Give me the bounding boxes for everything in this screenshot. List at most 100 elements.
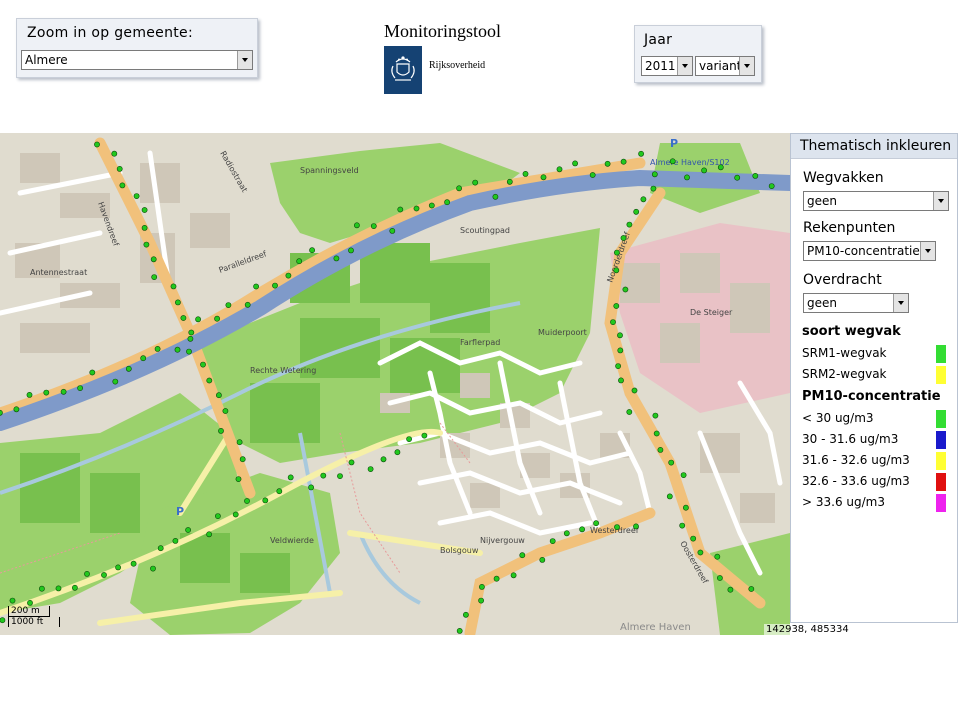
calculation-point[interactable] xyxy=(701,167,707,174)
calculation-point[interactable] xyxy=(72,584,78,591)
calculation-point[interactable] xyxy=(462,611,469,618)
calculation-point[interactable] xyxy=(633,523,639,530)
calculation-point[interactable] xyxy=(89,369,96,376)
calculation-point[interactable] xyxy=(614,524,620,530)
calculation-point[interactable] xyxy=(195,316,201,323)
calculation-point[interactable] xyxy=(370,223,377,229)
calculation-point[interactable] xyxy=(200,361,206,368)
municipality-select[interactable]: Almere xyxy=(21,50,253,70)
calculation-point[interactable] xyxy=(186,348,192,355)
calculation-point[interactable] xyxy=(690,535,697,542)
calculation-point[interactable] xyxy=(615,363,621,369)
calculation-point[interactable] xyxy=(666,493,673,500)
calculation-point[interactable] xyxy=(232,511,239,518)
calculation-point[interactable] xyxy=(180,315,187,321)
calculation-point[interactable] xyxy=(348,459,355,466)
chevron-down-icon[interactable] xyxy=(677,57,692,75)
calculation-point[interactable] xyxy=(679,522,686,529)
calculation-point[interactable] xyxy=(222,408,229,414)
calculation-point[interactable] xyxy=(519,552,526,559)
calculation-point[interactable] xyxy=(225,302,232,308)
calculation-point[interactable] xyxy=(101,572,107,578)
calculation-point[interactable] xyxy=(394,449,401,456)
calculation-point[interactable] xyxy=(617,332,623,339)
calculation-point[interactable] xyxy=(617,347,624,354)
calculation-point[interactable] xyxy=(697,549,704,556)
chevron-down-icon[interactable] xyxy=(739,57,754,75)
calculation-point[interactable] xyxy=(493,575,500,582)
calculation-point[interactable] xyxy=(668,459,675,466)
calculation-point[interactable] xyxy=(0,617,6,624)
calculation-point[interactable] xyxy=(125,365,132,372)
calculation-point[interactable] xyxy=(421,432,428,439)
calculation-point[interactable] xyxy=(397,206,404,213)
chevron-down-icon[interactable] xyxy=(933,192,948,210)
calculation-point[interactable] xyxy=(626,221,633,228)
calculation-point[interactable] xyxy=(272,282,278,289)
calculation-point[interactable] xyxy=(150,565,156,572)
calculation-point[interactable] xyxy=(593,520,599,527)
calculation-point[interactable] xyxy=(618,377,624,384)
map-view[interactable]: Spanningsveld Havendreef Paralleldreef S… xyxy=(0,133,790,635)
calculation-point[interactable] xyxy=(589,172,596,178)
chevron-down-icon[interactable] xyxy=(920,242,935,260)
calculation-point[interactable] xyxy=(13,406,20,413)
calculation-point[interactable] xyxy=(27,599,33,606)
calculation-point[interactable] xyxy=(651,171,658,178)
calculation-point[interactable] xyxy=(620,235,627,241)
wegvakken-select[interactable]: geen xyxy=(803,191,949,211)
calculation-point[interactable] xyxy=(285,272,292,279)
calculation-point[interactable] xyxy=(669,158,676,165)
calculation-point[interactable] xyxy=(141,225,148,231)
calculation-point[interactable] xyxy=(111,150,118,157)
calculation-point[interactable] xyxy=(143,241,150,248)
calculation-point[interactable] xyxy=(406,436,412,442)
calculation-point[interactable] xyxy=(39,585,45,592)
map-canvas[interactable]: Spanningsveld Havendreef Paralleldreef S… xyxy=(0,133,790,635)
calculation-point[interactable] xyxy=(657,446,664,453)
calculation-point[interactable] xyxy=(140,355,147,362)
calculation-point[interactable] xyxy=(214,513,221,519)
calculation-point[interactable] xyxy=(43,389,50,396)
calculation-point[interactable] xyxy=(650,185,657,192)
calculation-point[interactable] xyxy=(141,207,148,213)
calculation-point[interactable] xyxy=(638,150,644,157)
calculation-point[interactable] xyxy=(456,185,462,192)
calculation-point[interactable] xyxy=(244,498,250,504)
calculation-point[interactable] xyxy=(748,586,755,592)
calculation-point[interactable] xyxy=(539,556,546,563)
calculation-point[interactable] xyxy=(353,222,360,229)
calculation-point[interactable] xyxy=(206,377,213,384)
calculation-point[interactable] xyxy=(367,466,374,472)
calculation-point[interactable] xyxy=(84,570,90,577)
calculation-point[interactable] xyxy=(116,166,123,172)
calculation-point[interactable] xyxy=(717,575,723,581)
calculation-point[interactable] xyxy=(683,504,689,511)
calculation-point[interactable] xyxy=(151,274,158,280)
calculation-point[interactable] xyxy=(287,474,294,481)
calculation-point[interactable] xyxy=(510,572,517,579)
calculation-point[interactable] xyxy=(768,183,775,189)
calculation-point[interactable] xyxy=(640,196,647,203)
calculation-point[interactable] xyxy=(235,476,242,482)
calculation-point[interactable] xyxy=(236,439,243,446)
calculation-point[interactable] xyxy=(380,456,387,463)
year-select[interactable]: 2011 xyxy=(641,56,693,76)
calculation-point[interactable] xyxy=(130,560,137,567)
calculation-point[interactable] xyxy=(115,564,121,571)
calculation-point[interactable] xyxy=(348,247,354,254)
calculation-point[interactable] xyxy=(579,526,585,533)
calculation-point[interactable] xyxy=(218,427,224,434)
calculation-point[interactable] xyxy=(244,301,251,308)
calculation-point[interactable] xyxy=(187,335,194,342)
calculation-point[interactable] xyxy=(133,193,140,199)
calculation-point[interactable] xyxy=(119,182,126,189)
calculation-point[interactable] xyxy=(604,160,611,167)
calculation-point[interactable] xyxy=(717,164,724,171)
calculation-point[interactable] xyxy=(9,597,16,604)
calculation-point[interactable] xyxy=(55,585,62,592)
calculation-point[interactable] xyxy=(610,319,616,325)
calculation-point[interactable] xyxy=(633,208,640,215)
calculation-point[interactable] xyxy=(206,531,212,538)
calculation-point[interactable] xyxy=(613,303,620,309)
